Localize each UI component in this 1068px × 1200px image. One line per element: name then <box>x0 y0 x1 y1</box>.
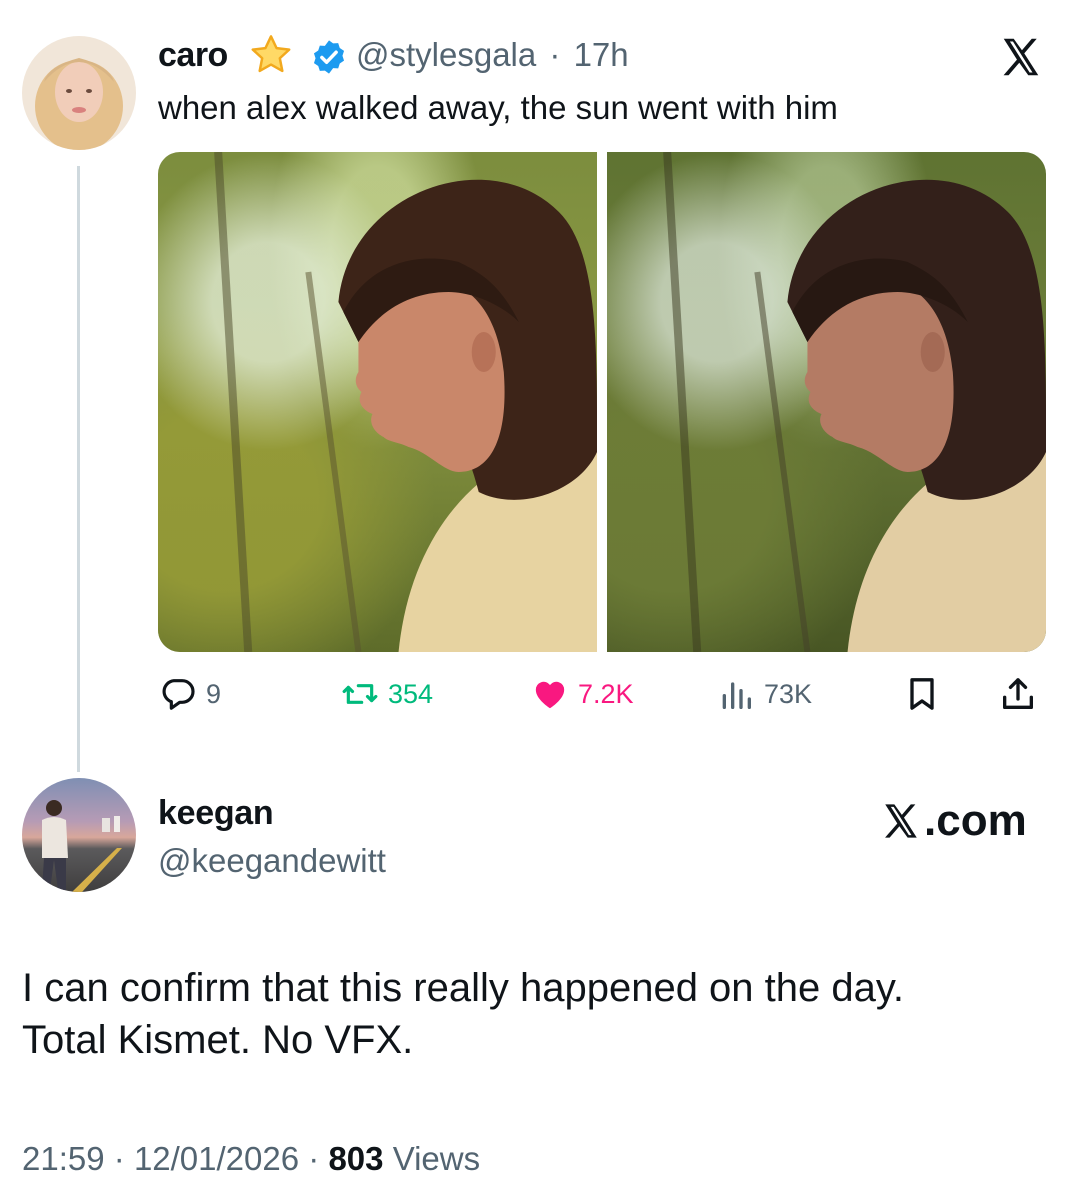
reply-text-line: Total Kismet. No VFX. <box>22 1018 414 1062</box>
views-icon <box>722 682 751 709</box>
avatar-keegan[interactable] <box>22 778 136 892</box>
tweet-text: when alex walked away, the sun went with… <box>158 89 838 126</box>
separator-dot: · <box>540 36 570 73</box>
repost-icon <box>342 684 378 704</box>
avatar-caro[interactable] <box>22 36 136 150</box>
bookmark-icon <box>910 678 934 710</box>
timestamp-date[interactable]: 12/01/2026 <box>134 1140 299 1177</box>
photo-right[interactable] <box>607 152 1046 652</box>
share-icon <box>1003 678 1033 709</box>
share-button[interactable] <box>998 672 1038 716</box>
views-button[interactable]: 73K <box>716 672 812 716</box>
brand-text: .com <box>924 796 1027 845</box>
repost-button[interactable]: 354 <box>340 672 433 716</box>
reply-views-count: 803 <box>328 1140 384 1177</box>
handle-keegan[interactable]: @keegandewitt <box>158 842 386 880</box>
tweet-metadata: 21:59 · 12/01/2026 · 803 Views <box>22 1140 480 1178</box>
views-count: 73K <box>764 678 813 709</box>
like-button[interactable]: 7.2K <box>530 672 634 716</box>
x-com-logo: .com <box>880 796 1027 846</box>
author-name-caro[interactable]: caro <box>158 36 228 75</box>
repost-count: 354 <box>388 678 434 709</box>
like-count: 7.2K <box>578 678 634 709</box>
star-icon <box>251 35 291 73</box>
x-logo-icon <box>885 804 917 838</box>
views-label: Views <box>392 1140 481 1177</box>
handle-and-time[interactable]: @stylesgala · 17h <box>356 36 629 74</box>
reply-count: 9 <box>206 678 222 709</box>
x-logo-icon <box>1003 38 1039 76</box>
reply-text-line: I can confirm that this really happened … <box>22 966 905 1010</box>
reply-icon <box>162 679 195 710</box>
reply-button[interactable]: 9 <box>158 672 221 716</box>
separator-dot: · <box>308 1140 320 1177</box>
photo-left[interactable] <box>158 152 597 652</box>
author-name-keegan[interactable]: keegan <box>158 794 274 833</box>
thread-line <box>77 166 80 772</box>
separator-dot: · <box>113 1140 125 1177</box>
handle-caro[interactable]: @stylesgala <box>356 36 536 73</box>
time-ago[interactable]: 17h <box>574 36 629 73</box>
reply-text: I can confirm that this really happened … <box>22 962 1042 1066</box>
heart-icon <box>535 681 565 709</box>
verified-badge-icon <box>313 40 345 74</box>
timestamp-time[interactable]: 21:59 <box>22 1140 105 1177</box>
media-gallery[interactable] <box>158 152 1046 652</box>
bookmark-button[interactable] <box>902 672 942 716</box>
